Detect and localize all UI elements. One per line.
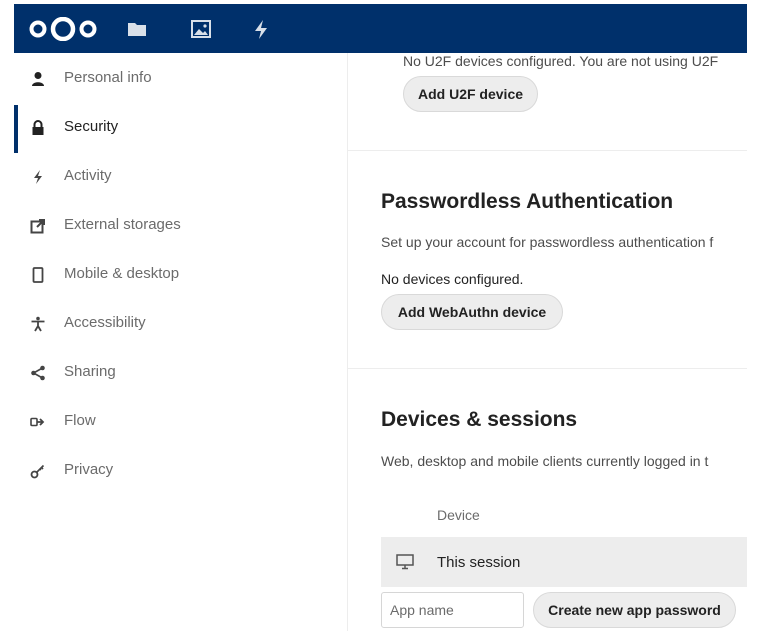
lightning-icon xyxy=(34,170,42,184)
sidebar-item-label: Accessibility xyxy=(64,314,146,331)
sidebar-item-label: Mobile & desktop xyxy=(64,265,180,282)
monitor-icon xyxy=(396,554,414,570)
settings-sidebar: Personal info Security Activity External… xyxy=(14,53,347,631)
sidebar-item-label: Sharing xyxy=(64,363,116,380)
sidebar-item-label: Personal info xyxy=(64,69,152,86)
sidebar-item-label: Activity xyxy=(64,167,112,184)
table-row: This session xyxy=(381,537,747,587)
lock-icon xyxy=(32,120,44,135)
section-divider xyxy=(348,150,747,151)
external-link-icon xyxy=(30,219,45,234)
top-header xyxy=(14,4,747,53)
devices-description: Web, desktop and mobile clients currentl… xyxy=(381,453,709,469)
sidebar-item-flow[interactable]: Flow xyxy=(14,399,347,445)
sidebar-item-privacy[interactable]: Privacy xyxy=(14,448,347,494)
sidebar-item-sharing[interactable]: Sharing xyxy=(14,350,347,396)
passwordless-status: No devices configured. xyxy=(381,271,524,287)
app-name-input[interactable] xyxy=(381,592,524,628)
sidebar-item-label: External storages xyxy=(64,216,181,233)
add-webauthn-device-button[interactable]: Add WebAuthn device xyxy=(381,294,563,330)
sidebar-item-label: Flow xyxy=(64,412,96,429)
devices-sessions-title: Devices & sessions xyxy=(381,408,578,431)
sidebar-item-mobile-desktop[interactable]: Mobile & desktop xyxy=(14,252,347,298)
files-icon[interactable] xyxy=(126,18,148,40)
create-app-password-button[interactable]: Create new app password xyxy=(533,592,736,628)
u2f-status-text: No U2F devices configured. You are not u… xyxy=(403,53,719,69)
sidebar-item-security[interactable]: Security xyxy=(14,105,347,153)
nextcloud-logo[interactable] xyxy=(28,17,98,41)
sidebar-item-external-storages[interactable]: External storages xyxy=(14,203,347,249)
photos-icon[interactable] xyxy=(190,18,212,40)
sidebar-item-label: Privacy xyxy=(64,461,114,478)
key-icon xyxy=(30,464,45,479)
section-divider xyxy=(348,368,747,369)
passwordless-description: Set up your account for passwordless aut… xyxy=(381,234,714,250)
device-column-header: Device xyxy=(437,507,480,523)
sidebar-item-label: Security xyxy=(64,118,119,135)
person-icon xyxy=(32,72,44,86)
activity-icon[interactable] xyxy=(250,18,272,40)
add-u2f-device-button[interactable]: Add U2F device xyxy=(403,76,538,112)
accessibility-icon xyxy=(31,316,45,332)
share-icon xyxy=(31,365,45,381)
main-content[interactable]: No U2F devices configured. You are not u… xyxy=(348,53,747,631)
phone-icon xyxy=(32,267,44,283)
flow-icon xyxy=(30,417,45,427)
sidebar-item-activity[interactable]: Activity xyxy=(14,154,347,200)
passwordless-title: Passwordless Authentication xyxy=(381,190,674,213)
sidebar-item-accessibility[interactable]: Accessibility xyxy=(14,301,347,347)
session-label: This session xyxy=(437,554,521,571)
sidebar-item-personal-info[interactable]: Personal info xyxy=(14,56,347,102)
